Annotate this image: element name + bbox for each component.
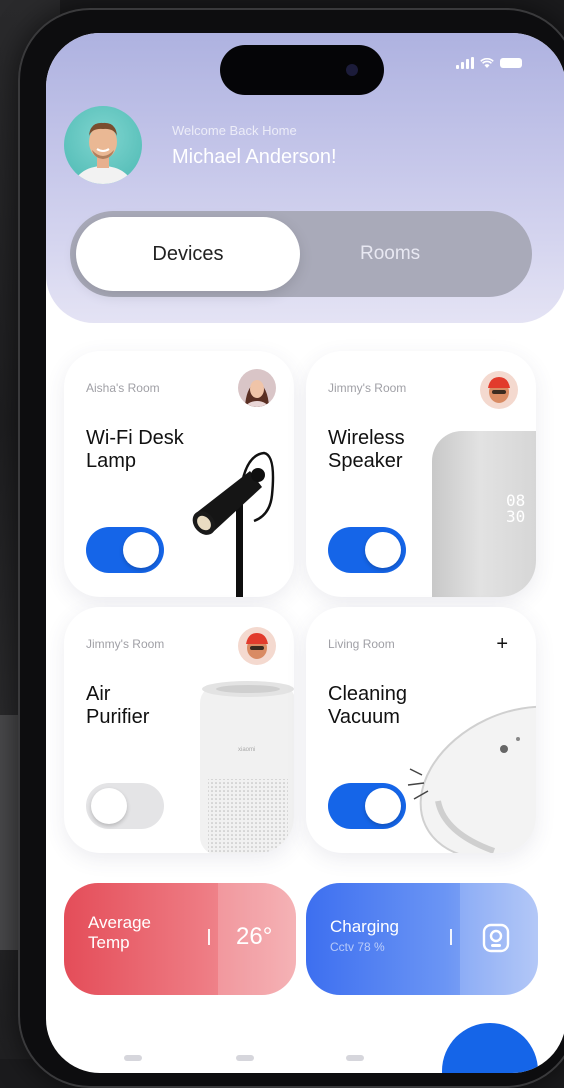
status-bar: [456, 57, 522, 69]
speaker-clock: 08 30: [506, 491, 526, 526]
device-card-speaker[interactable]: Jimmy's Room Wireless Speaker 08 30: [306, 351, 536, 597]
nav-item-rooms[interactable]: [346, 1055, 364, 1061]
wifi-icon: [480, 58, 494, 68]
average-temp-card[interactable]: Average Temp 26°: [64, 883, 296, 995]
tab-devices[interactable]: Devices: [76, 217, 300, 291]
nav-item-devices[interactable]: [236, 1055, 254, 1061]
power-toggle[interactable]: [86, 527, 164, 573]
view-toggle: Devices Rooms: [70, 211, 532, 297]
device-card-air-purifier[interactable]: Jimmy's Room Air Purifier xiaomi: [64, 607, 294, 853]
room-label: Living Room: [328, 637, 395, 651]
power-toggle[interactable]: [86, 783, 164, 829]
speaker-image: 08 30: [432, 431, 536, 597]
member-avatar: [238, 627, 276, 665]
power-toggle[interactable]: [328, 783, 406, 829]
device-card-vacuum[interactable]: Living Room + Cleaning Vacuum: [306, 607, 536, 853]
room-label: Jimmy's Room: [86, 637, 165, 651]
front-camera-icon: [346, 64, 358, 76]
charging-label: Charging: [330, 917, 399, 936]
member-avatar: [238, 369, 276, 407]
svg-text:xiaomi: xiaomi: [238, 747, 255, 753]
welcome-text: Welcome Back Home: [172, 123, 297, 138]
device-name: Cleaning Vacuum: [328, 683, 407, 728]
nav-item-home[interactable]: [124, 1055, 142, 1061]
toggle-knob: [91, 788, 127, 824]
dynamic-island: [220, 45, 384, 95]
user-name: Michael Anderson!: [172, 146, 337, 168]
charging-card[interactable]: Charging Cctv 78 %: [306, 883, 538, 995]
signal-icon: [456, 57, 474, 69]
room-label: Jimmy's Room: [328, 381, 407, 395]
tab-rooms[interactable]: Rooms: [360, 211, 420, 297]
device-name: Wi-Fi Desk Lamp: [86, 427, 184, 472]
battery-icon: [500, 58, 522, 68]
device-card-desk-lamp[interactable]: Aisha's Room Wi-Fi Desk Lamp: [64, 351, 294, 597]
phone-screen: Welcome Back Home Michael Anderson! Devi…: [46, 33, 564, 1073]
member-avatar: [480, 371, 518, 409]
floating-action-button[interactable]: [442, 1023, 538, 1073]
temp-value: 26°: [236, 923, 273, 950]
robot-vacuum-image: [407, 705, 536, 853]
divider: [450, 929, 452, 945]
toggle-knob: [365, 788, 401, 824]
air-purifier-image: xiaomi: [200, 681, 294, 853]
toggle-knob: [123, 532, 159, 568]
add-icon[interactable]: +: [496, 633, 508, 656]
divider: [208, 929, 210, 945]
user-avatar[interactable]: [64, 106, 142, 184]
device-name: Wireless Speaker: [328, 427, 405, 472]
camera-icon[interactable]: [482, 923, 510, 953]
temp-label: Average Temp: [88, 913, 152, 952]
device-name: Air Purifier: [86, 683, 150, 728]
power-toggle[interactable]: [328, 527, 406, 573]
charging-subtext: Cctv 78 %: [330, 940, 385, 954]
toggle-knob: [365, 532, 401, 568]
desk-lamp-image: [192, 451, 275, 597]
room-label: Aisha's Room: [86, 381, 160, 395]
